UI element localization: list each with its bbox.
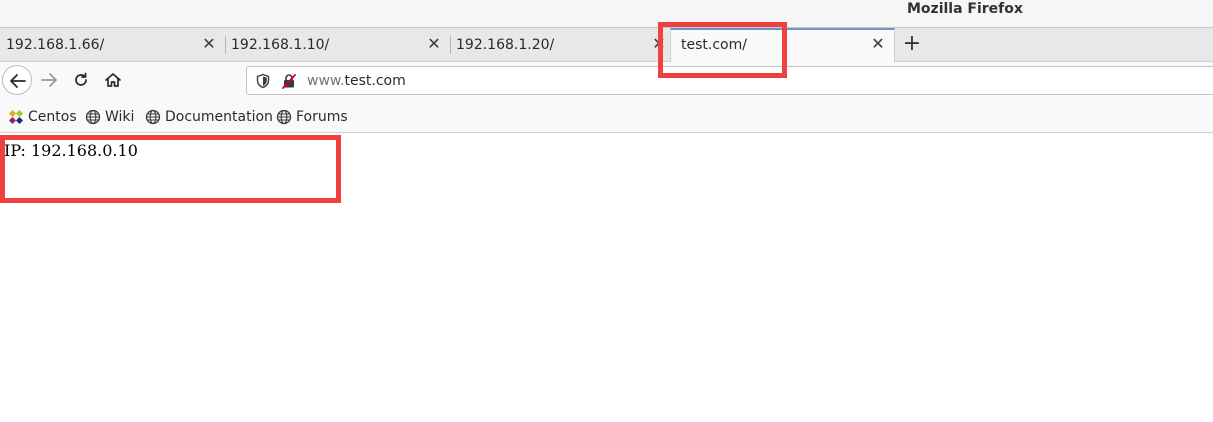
tab-192-168-1-20[interactable]: 192.168.1.20/ ✕: [450, 28, 675, 62]
tab-close-icon[interactable]: ✕: [870, 35, 886, 53]
globe-icon: [85, 109, 101, 125]
home-icon: [105, 73, 121, 87]
url-bar[interactable]: www.test.com: [246, 66, 1213, 95]
tab-label: 192.168.1.66/: [6, 37, 105, 53]
tab-label: 192.168.1.20/: [456, 37, 555, 53]
tab-192-168-1-66[interactable]: 192.168.1.66/ ✕: [0, 28, 226, 62]
bookmarks-toolbar: Centos Wiki Documentation Forums: [0, 100, 1213, 133]
page-content: IP: 192.168.0.10: [0, 134, 1213, 422]
navigation-toolbar: www.test.com: [0, 62, 1213, 100]
tab-close-icon[interactable]: ✕: [201, 35, 217, 53]
bookmark-documentation[interactable]: Documentation: [145, 108, 273, 126]
tracking-protection-shield-icon[interactable]: [255, 73, 271, 89]
url-prefix: www.: [307, 73, 345, 89]
url-domain: test.com: [344, 73, 406, 89]
tab-192-168-1-10[interactable]: 192.168.1.10/ ✕: [225, 28, 451, 62]
home-button[interactable]: [98, 65, 128, 95]
back-button[interactable]: [2, 65, 32, 95]
bookmark-label: Documentation: [165, 109, 273, 125]
bookmark-centos[interactable]: Centos: [8, 108, 78, 126]
globe-icon: [145, 109, 161, 125]
back-arrow-icon: [10, 74, 26, 88]
bookmark-label: Centos: [28, 109, 77, 125]
reload-icon: [75, 72, 87, 86]
tab-close-icon[interactable]: ✕: [651, 35, 667, 53]
url-text[interactable]: www.test.com: [307, 72, 406, 90]
new-tab-button[interactable]: +: [902, 33, 922, 55]
tab-close-icon[interactable]: ✕: [426, 35, 442, 53]
bookmark-forums[interactable]: Forums: [276, 108, 348, 126]
tab-label: 192.168.1.10/: [231, 37, 330, 53]
window-title: Mozilla Firefox: [907, 1, 1023, 17]
reload-button[interactable]: [66, 65, 96, 95]
bookmark-label: Wiki: [105, 109, 135, 125]
tab-test-com[interactable]: test.com/ ✕: [670, 28, 895, 63]
tab-label: test.com/: [681, 37, 747, 53]
bookmark-wiki[interactable]: Wiki: [85, 108, 137, 126]
centos-logo-icon: [8, 109, 24, 125]
insecure-lock-icon[interactable]: [281, 73, 297, 89]
window-titlebar: Mozilla Firefox: [0, 0, 1213, 28]
forward-button[interactable]: [34, 65, 64, 95]
tab-strip: 192.168.1.66/ ✕ 192.168.1.10/ ✕ 192.168.…: [0, 28, 1213, 63]
globe-icon: [276, 109, 292, 125]
forward-arrow-icon: [41, 73, 57, 87]
bookmark-label: Forums: [296, 109, 348, 125]
ip-address-text: IP: 192.168.0.10: [4, 141, 138, 160]
